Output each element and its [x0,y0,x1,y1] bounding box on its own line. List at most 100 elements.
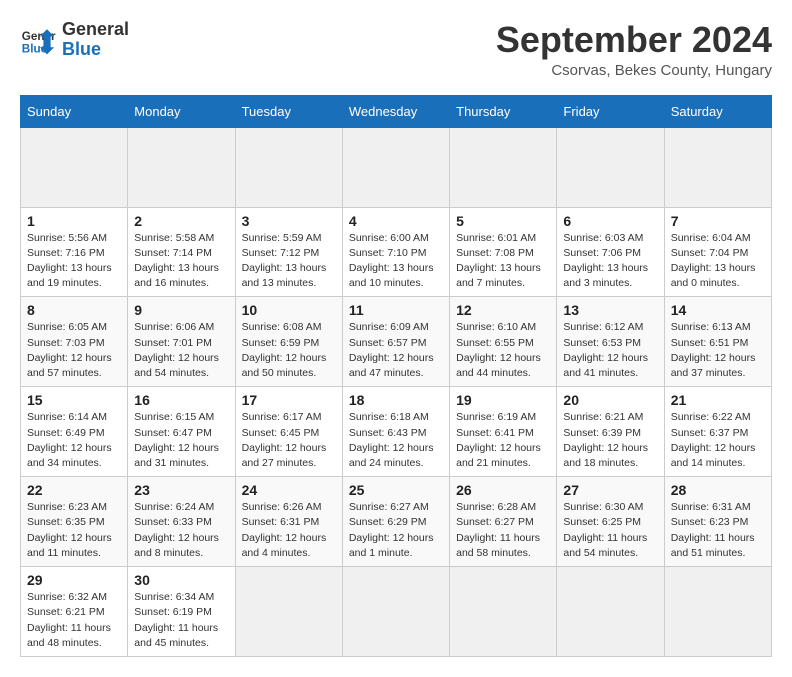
calendar-day-cell: 2 Sunrise: 5:58 AM Sunset: 7:14 PM Daylig… [128,207,235,297]
logo-icon: General Blue [20,22,56,58]
day-number: 2 [134,213,228,229]
calendar-week-row: 22 Sunrise: 6:23 AM Sunset: 6:35 PM Dayli… [21,477,772,567]
day-info: Sunrise: 6:30 AM Sunset: 6:25 PM Dayligh… [563,500,657,561]
day-info: Sunrise: 6:23 AM Sunset: 6:35 PM Dayligh… [27,500,121,561]
calendar-day-cell [342,127,449,207]
calendar-day-cell [128,127,235,207]
day-number: 6 [563,213,657,229]
calendar-day-cell: 11Sunrise: 6:09 AM Sunset: 6:57 PM Dayli… [342,297,449,387]
calendar-week-row: 1Sunrise: 5:56 AM Sunset: 7:16 PM Daylig… [21,207,772,297]
day-info: Sunrise: 6:10 AM Sunset: 6:55 PM Dayligh… [456,320,550,381]
calendar-day-cell: 19 Sunrise: 6:19 AM Sunset: 6:41 PM Dayli… [450,387,557,477]
svg-text:General: General [22,30,56,43]
calendar-day-cell: 6 Sunrise: 6:03 AM Sunset: 7:06 PM Daylig… [557,207,664,297]
title-area: September 2024 Csorvas, Bekes County, Hu… [496,20,772,79]
day-number: 1 [27,213,121,229]
day-info: Sunrise: 5:59 AM Sunset: 7:12 PM Dayligh… [242,231,336,292]
calendar-day-cell: 23Sunrise: 6:24 AM Sunset: 6:33 PM Dayli… [128,477,235,567]
calendar-day-cell: 25 Sunrise: 6:27 AM Sunset: 6:29 PM Dayli… [342,477,449,567]
day-number: 28 [671,482,765,498]
calendar-body: 1Sunrise: 5:56 AM Sunset: 7:16 PM Daylig… [21,127,772,656]
day-info: Sunrise: 6:21 AM Sunset: 6:39 PM Dayligh… [563,410,657,471]
day-number: 22 [27,482,121,498]
calendar-day-cell: 13 Sunrise: 6:12 AM Sunset: 6:53 PM Dayli… [557,297,664,387]
calendar-day-cell: 12Sunrise: 6:10 AM Sunset: 6:55 PM Dayli… [450,297,557,387]
calendar-day-cell: 16 Sunrise: 6:15 AM Sunset: 6:47 PM Dayli… [128,387,235,477]
day-info: Sunrise: 6:19 AM Sunset: 6:41 PM Dayligh… [456,410,550,471]
day-number: 27 [563,482,657,498]
calendar-day-cell: 8 Sunrise: 6:05 AM Sunset: 7:03 PM Daylig… [21,297,128,387]
day-info: Sunrise: 6:06 AM Sunset: 7:01 PM Dayligh… [134,320,228,381]
day-number: 16 [134,392,228,408]
day-number: 26 [456,482,550,498]
calendar-week-row: 8 Sunrise: 6:05 AM Sunset: 7:03 PM Daylig… [21,297,772,387]
day-info: Sunrise: 6:01 AM Sunset: 7:08 PM Dayligh… [456,231,550,292]
day-number: 20 [563,392,657,408]
day-info: Sunrise: 6:27 AM Sunset: 6:29 PM Dayligh… [349,500,443,561]
calendar-day-cell [664,127,771,207]
calendar-day-cell: 4 Sunrise: 6:00 AM Sunset: 7:10 PM Daylig… [342,207,449,297]
day-info: Sunrise: 6:15 AM Sunset: 6:47 PM Dayligh… [134,410,228,471]
day-info: Sunrise: 6:32 AM Sunset: 6:21 PM Dayligh… [27,590,121,651]
calendar-day-cell: 3 Sunrise: 5:59 AM Sunset: 7:12 PM Daylig… [235,207,342,297]
weekday-header-cell: Sunday [21,95,128,127]
day-number: 14 [671,302,765,318]
day-number: 25 [349,482,443,498]
day-number: 7 [671,213,765,229]
day-number: 18 [349,392,443,408]
calendar-day-cell: 15Sunrise: 6:14 AM Sunset: 6:49 PM Dayli… [21,387,128,477]
calendar-day-cell: 27 Sunrise: 6:30 AM Sunset: 6:25 PM Dayli… [557,477,664,567]
calendar-week-row: 15Sunrise: 6:14 AM Sunset: 6:49 PM Dayli… [21,387,772,477]
calendar-table: SundayMondayTuesdayWednesdayThursdayFrid… [20,95,772,657]
day-info: Sunrise: 6:24 AM Sunset: 6:33 PM Dayligh… [134,500,228,561]
day-info: Sunrise: 6:08 AM Sunset: 6:59 PM Dayligh… [242,320,336,381]
calendar-day-cell: 9Sunrise: 6:06 AM Sunset: 7:01 PM Daylig… [128,297,235,387]
day-info: Sunrise: 6:03 AM Sunset: 7:06 PM Dayligh… [563,231,657,292]
day-info: Sunrise: 6:04 AM Sunset: 7:04 PM Dayligh… [671,231,765,292]
calendar-day-cell: 18 Sunrise: 6:18 AM Sunset: 6:43 PM Dayli… [342,387,449,477]
day-info: Sunrise: 6:31 AM Sunset: 6:23 PM Dayligh… [671,500,765,561]
day-number: 11 [349,302,443,318]
calendar-day-cell: 20 Sunrise: 6:21 AM Sunset: 6:39 PM Dayli… [557,387,664,477]
day-number: 17 [242,392,336,408]
weekday-header-cell: Tuesday [235,95,342,127]
day-info: Sunrise: 6:18 AM Sunset: 6:43 PM Dayligh… [349,410,443,471]
day-info: Sunrise: 6:13 AM Sunset: 6:51 PM Dayligh… [671,320,765,381]
weekday-header-cell: Saturday [664,95,771,127]
calendar-header: SundayMondayTuesdayWednesdayThursdayFrid… [21,95,772,127]
day-number: 4 [349,213,443,229]
calendar-day-cell: 24Sunrise: 6:26 AM Sunset: 6:31 PM Dayli… [235,477,342,567]
calendar-day-cell [21,127,128,207]
logo-text: General Blue [62,20,129,60]
calendar-day-cell [450,127,557,207]
day-number: 19 [456,392,550,408]
day-number: 15 [27,392,121,408]
calendar-week-row [21,127,772,207]
day-number: 30 [134,572,228,588]
location: Csorvas, Bekes County, Hungary [496,62,772,79]
day-number: 10 [242,302,336,318]
calendar-day-cell: 17 Sunrise: 6:17 AM Sunset: 6:45 PM Dayli… [235,387,342,477]
day-number: 8 [27,302,121,318]
day-number: 3 [242,213,336,229]
weekday-header-row: SundayMondayTuesdayWednesdayThursdayFrid… [21,95,772,127]
page-header: General Blue General Blue September 2024… [20,20,772,79]
day-number: 21 [671,392,765,408]
calendar-day-cell: 5Sunrise: 6:01 AM Sunset: 7:08 PM Daylig… [450,207,557,297]
logo: General Blue General Blue [20,20,129,60]
day-info: Sunrise: 6:05 AM Sunset: 7:03 PM Dayligh… [27,320,121,381]
day-info: Sunrise: 6:12 AM Sunset: 6:53 PM Dayligh… [563,320,657,381]
calendar-day-cell: 21Sunrise: 6:22 AM Sunset: 6:37 PM Dayli… [664,387,771,477]
day-info: Sunrise: 6:34 AM Sunset: 6:19 PM Dayligh… [134,590,228,651]
calendar-day-cell: 7 Sunrise: 6:04 AM Sunset: 7:04 PM Daylig… [664,207,771,297]
day-info: Sunrise: 5:58 AM Sunset: 7:14 PM Dayligh… [134,231,228,292]
day-info: Sunrise: 6:00 AM Sunset: 7:10 PM Dayligh… [349,231,443,292]
day-info: Sunrise: 6:26 AM Sunset: 6:31 PM Dayligh… [242,500,336,561]
calendar-day-cell [235,127,342,207]
day-number: 29 [27,572,121,588]
calendar-day-cell [557,127,664,207]
day-info: Sunrise: 6:28 AM Sunset: 6:27 PM Dayligh… [456,500,550,561]
day-info: Sunrise: 6:17 AM Sunset: 6:45 PM Dayligh… [242,410,336,471]
day-number: 13 [563,302,657,318]
calendar-day-cell: 1Sunrise: 5:56 AM Sunset: 7:16 PM Daylig… [21,207,128,297]
